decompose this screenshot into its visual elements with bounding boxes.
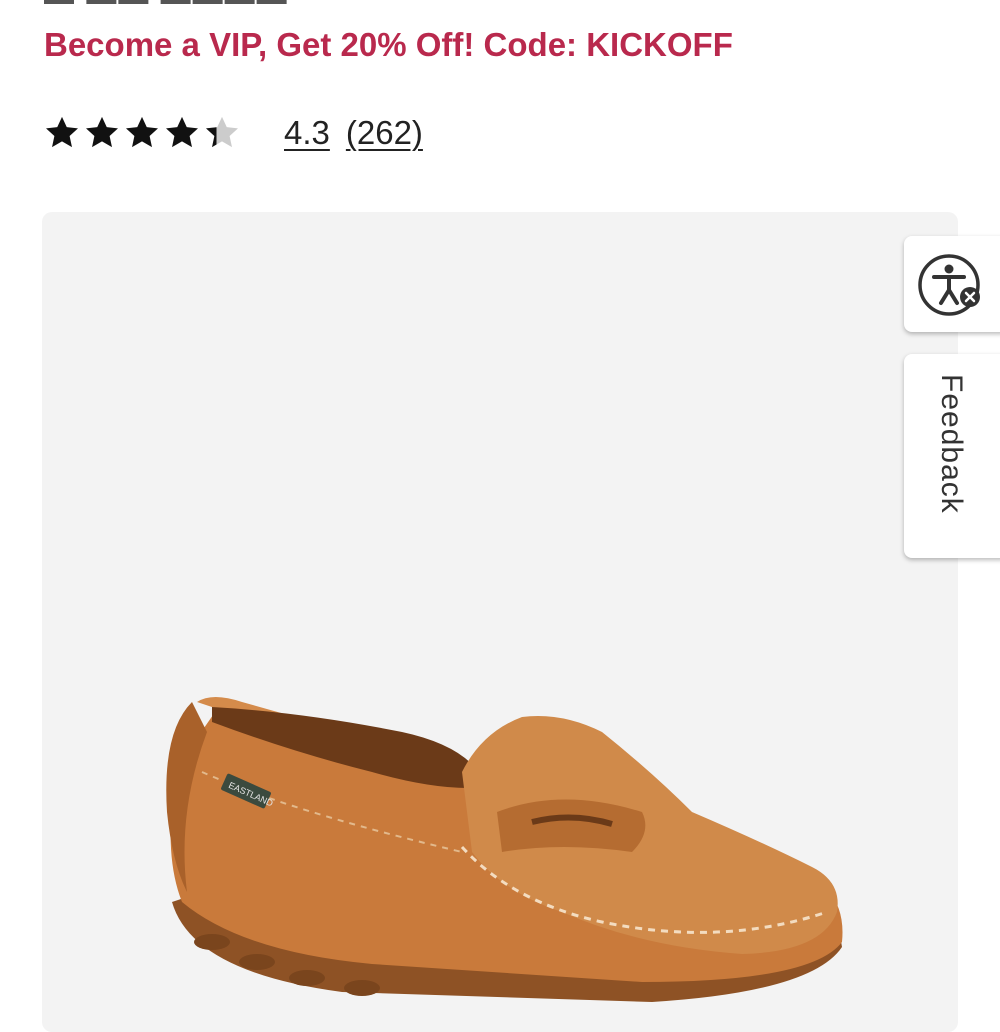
feedback-tab[interactable]: Feedback	[904, 354, 1000, 558]
promo-banner[interactable]: Become a VIP, Get 20% Off! Code: KICKOFF	[44, 26, 733, 64]
cropped-header-text: ▬ ▬▬ ▬▬▬▬	[44, 0, 324, 4]
star-icon	[166, 116, 198, 148]
star-icon	[126, 116, 158, 148]
rating-row[interactable]: 4.3 (262)	[42, 108, 423, 158]
accessibility-button[interactable]	[904, 236, 1000, 332]
product-image[interactable]: EASTLAND	[42, 212, 958, 1032]
loafer-shoe-image: EASTLAND	[166, 697, 843, 1002]
partial-star-icon	[206, 116, 238, 148]
accessibility-icon	[918, 254, 980, 316]
star-rating	[42, 114, 242, 152]
star-icon	[46, 116, 78, 148]
review-count-link[interactable]: (262)	[346, 114, 423, 152]
star-icon	[86, 116, 118, 148]
feedback-label: Feedback	[935, 374, 968, 514]
rating-value-link[interactable]: 4.3	[284, 114, 330, 152]
